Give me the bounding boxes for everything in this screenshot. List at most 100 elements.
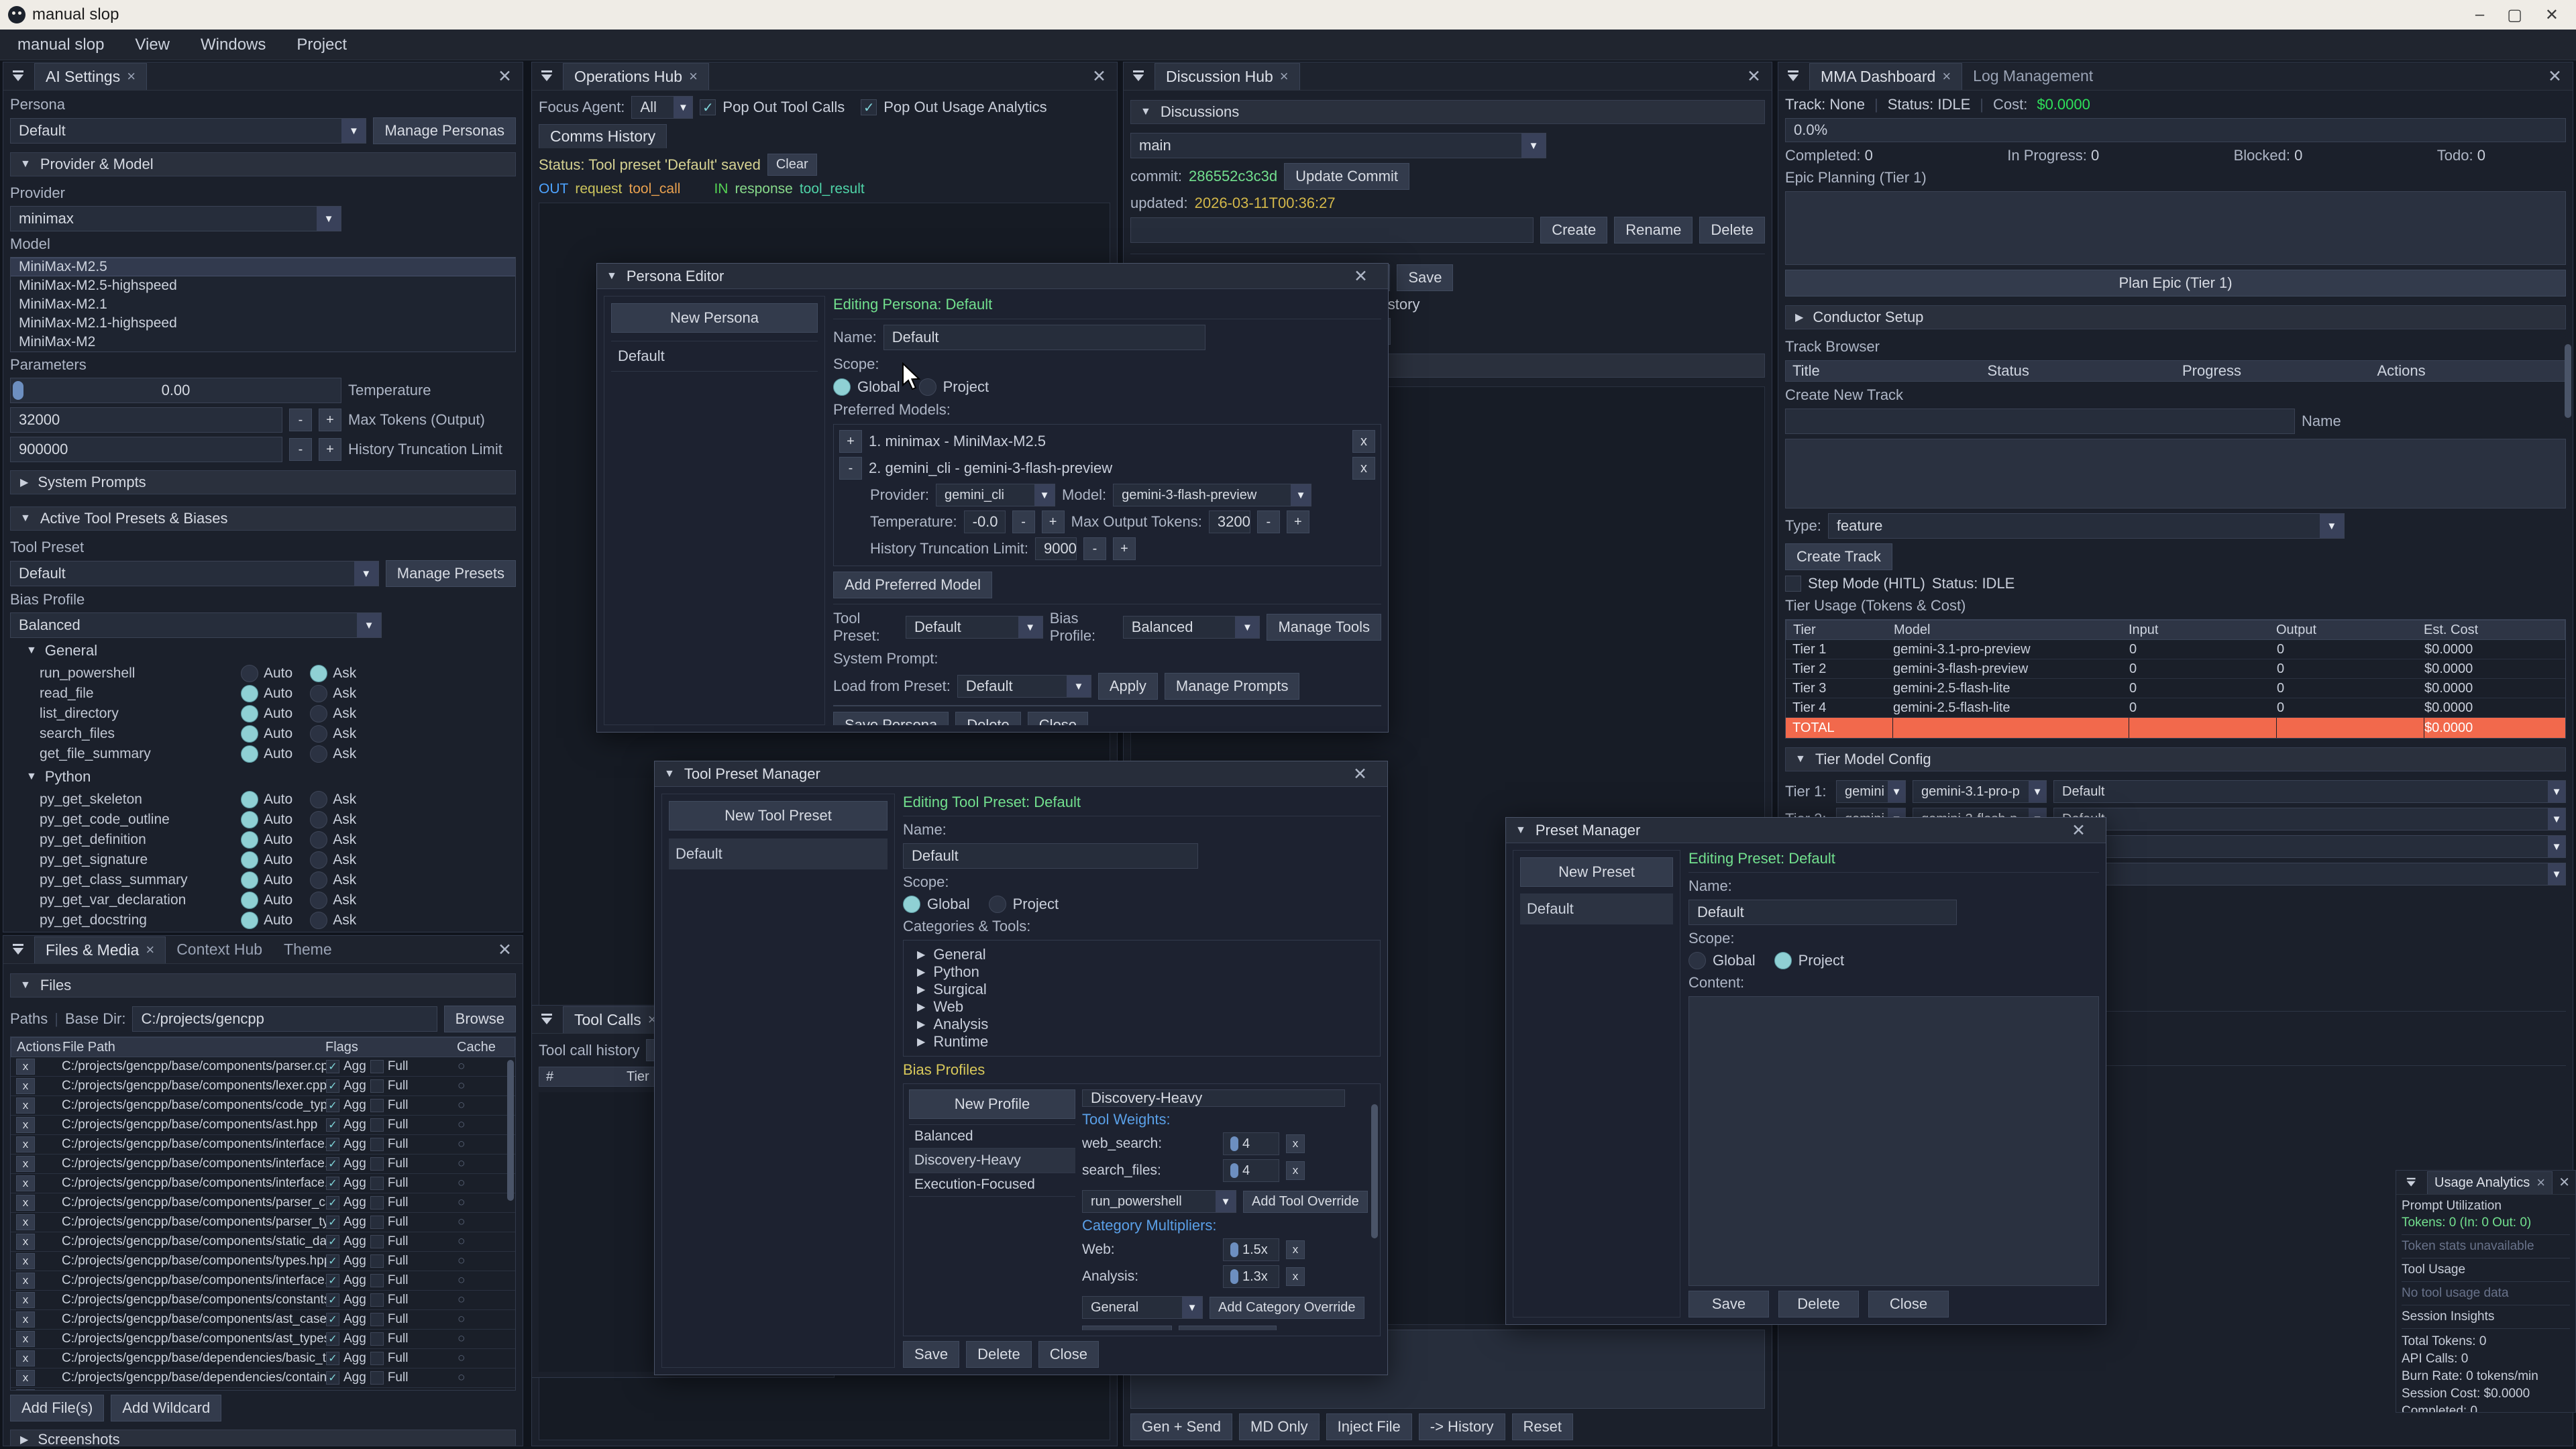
agg-checkbox[interactable]: ✓: [326, 1371, 339, 1385]
max-tokens-input[interactable]: 32000: [10, 407, 282, 433]
temp-plus-button[interactable]: +: [1042, 511, 1065, 533]
add-tool-override-button[interactable]: Add Tool Override: [1243, 1191, 1368, 1213]
tier-preset-dropdown[interactable]: Default▼: [2053, 863, 2566, 885]
temperature-slider[interactable]: 0.00: [10, 378, 341, 403]
max-output-input[interactable]: 32000: [1209, 511, 1250, 533]
bias-scrollbar[interactable]: [1371, 1104, 1378, 1238]
remove-file-button[interactable]: x: [16, 1253, 35, 1269]
multiplier-slider[interactable]: 1.5x: [1223, 1238, 1279, 1261]
panel-close-icon[interactable]: ✕: [1092, 66, 1106, 87]
composer-button[interactable]: -> History: [1419, 1413, 1505, 1440]
full-checkbox[interactable]: ✓: [370, 1313, 384, 1326]
delete-button[interactable]: Delete: [1778, 1291, 1859, 1318]
tab-ai-settings[interactable]: AI Settings×: [34, 63, 147, 90]
ask-radio[interactable]: [310, 851, 327, 869]
tier-preset-dropdown[interactable]: Default▼: [2053, 808, 2566, 830]
provider-dropdown[interactable]: minimax▼: [10, 206, 341, 231]
pe-tool-preset-dropdown[interactable]: Default▼: [906, 616, 1043, 639]
files-section-header[interactable]: ▼Files: [10, 973, 516, 998]
full-checkbox[interactable]: ✓: [370, 1079, 384, 1093]
create-track-button[interactable]: Create Track: [1785, 543, 1892, 570]
menu-app[interactable]: manual slop: [17, 36, 104, 54]
close-icon[interactable]: ✕: [2545, 5, 2559, 25]
auto-radio[interactable]: [241, 831, 258, 849]
ask-radio[interactable]: [310, 665, 327, 682]
panel-close-icon[interactable]: ✕: [1747, 66, 1761, 87]
model-list-item[interactable]: MiniMax-M2.5-highspeed: [11, 276, 515, 295]
step-mode-checkbox[interactable]: ✓: [1785, 576, 1801, 592]
collapse-icon[interactable]: ▼: [1515, 824, 1526, 837]
agg-checkbox[interactable]: ✓: [326, 1313, 339, 1326]
bias-profile-list-item[interactable]: Discovery-Heavy: [909, 1148, 1075, 1173]
tab-close-icon[interactable]: ×: [127, 68, 136, 85]
screenshots-header[interactable]: ▶Screenshots: [10, 1430, 516, 1446]
agg-checkbox[interactable]: ✓: [326, 1254, 339, 1268]
agg-checkbox[interactable]: ✓: [326, 1293, 339, 1307]
htl-minus-button[interactable]: -: [1083, 537, 1106, 560]
dock-icon[interactable]: [1785, 70, 1803, 83]
conductor-setup-header[interactable]: ▶Conductor Setup: [1785, 305, 2566, 329]
ask-radio[interactable]: [310, 811, 327, 828]
preset-content-textarea[interactable]: [1688, 996, 2099, 1286]
max-tokens-plus-button[interactable]: +: [319, 409, 341, 431]
pm-provider-dropdown[interactable]: gemini_cli▼: [936, 484, 1055, 506]
agg-checkbox[interactable]: ✓: [326, 1196, 339, 1210]
model-list-item[interactable]: MiniMax-M2: [11, 333, 515, 352]
full-checkbox[interactable]: ✓: [370, 1352, 384, 1365]
mma-tab[interactable]: Log Management×: [1962, 63, 2104, 90]
active-presets-header[interactable]: ▼Active Tool Presets & Biases: [10, 506, 516, 531]
load-preset-dropdown[interactable]: Default▼: [957, 675, 1091, 698]
save-profile-button[interactable]: Save Profile: [1082, 1326, 1172, 1330]
save-preset-button[interactable]: Save: [903, 1341, 959, 1368]
remove-file-button[interactable]: x: [16, 1389, 35, 1391]
remove-file-button[interactable]: x: [16, 1331, 35, 1347]
dialog-close-icon[interactable]: ✕: [2072, 820, 2086, 841]
tab-tool-calls[interactable]: Tool Calls×: [563, 1006, 668, 1033]
bias-profile-list-item[interactable]: Execution-Focused: [909, 1173, 1075, 1197]
scope-global-radio[interactable]: [833, 378, 851, 396]
maximize-icon[interactable]: ▢: [2507, 5, 2522, 25]
remove-file-button[interactable]: x: [16, 1156, 35, 1172]
scope-project-radio[interactable]: [989, 896, 1006, 913]
full-checkbox[interactable]: ✓: [370, 1216, 384, 1229]
tab-discussion-hub[interactable]: Discussion Hub×: [1155, 63, 1300, 90]
category-node[interactable]: ▶ Analysis: [917, 1016, 1375, 1033]
tool-override-dropdown[interactable]: run_powershell▼: [1082, 1190, 1236, 1213]
profile-name-input[interactable]: Discovery-Heavy: [1082, 1089, 1345, 1107]
dialog-close-icon[interactable]: ✕: [1353, 764, 1367, 784]
ask-radio[interactable]: [310, 705, 327, 722]
base-dir-input[interactable]: [132, 1006, 437, 1032]
menu-windows[interactable]: Windows: [201, 36, 266, 54]
agg-checkbox[interactable]: ✓: [326, 1177, 339, 1190]
bias-profile-list-item[interactable]: Balanced: [909, 1124, 1075, 1148]
track-description-textarea[interactable]: [1785, 439, 2566, 508]
remove-file-button[interactable]: x: [16, 1311, 35, 1328]
rename-discussion-button[interactable]: Rename: [1614, 217, 1693, 244]
add-wildcard-button[interactable]: Add Wildcard: [111, 1395, 221, 1421]
auto-radio[interactable]: [241, 871, 258, 889]
category-node[interactable]: ▶ Runtime: [917, 1033, 1375, 1051]
collapse-icon[interactable]: ▼: [664, 768, 675, 780]
remove-model-2-button[interactable]: x: [1352, 457, 1375, 480]
remove-file-button[interactable]: x: [16, 1370, 35, 1386]
menu-view[interactable]: View: [135, 36, 170, 54]
files-scrollbar[interactable]: [507, 1060, 514, 1201]
panel-close-icon[interactable]: ✕: [2548, 66, 2562, 87]
full-checkbox[interactable]: ✓: [370, 1371, 384, 1385]
preset-name-input[interactable]: [1688, 900, 1957, 925]
tab-close-icon[interactable]: ×: [2536, 1174, 2545, 1191]
pm-model-dropdown[interactable]: gemini-3-flash-preview▼: [1113, 484, 1311, 506]
ask-radio[interactable]: [310, 685, 327, 702]
weight-slider[interactable]: 4: [1223, 1132, 1279, 1155]
category-node[interactable]: ▶ General: [917, 946, 1375, 963]
remove-file-button[interactable]: x: [16, 1097, 35, 1114]
mot-minus-button[interactable]: -: [1257, 511, 1280, 533]
provider-model-header[interactable]: ▼Provider & Model: [10, 152, 516, 176]
new-profile-button[interactable]: New Profile: [909, 1089, 1075, 1119]
remove-model-1-button[interactable]: x: [1352, 430, 1375, 453]
system-prompt-textarea[interactable]: [833, 705, 1381, 706]
delete-preset-button[interactable]: Delete: [966, 1341, 1032, 1368]
ask-radio[interactable]: [310, 831, 327, 849]
dialog-close-icon[interactable]: ✕: [1354, 266, 1368, 286]
auto-radio[interactable]: [241, 665, 258, 682]
